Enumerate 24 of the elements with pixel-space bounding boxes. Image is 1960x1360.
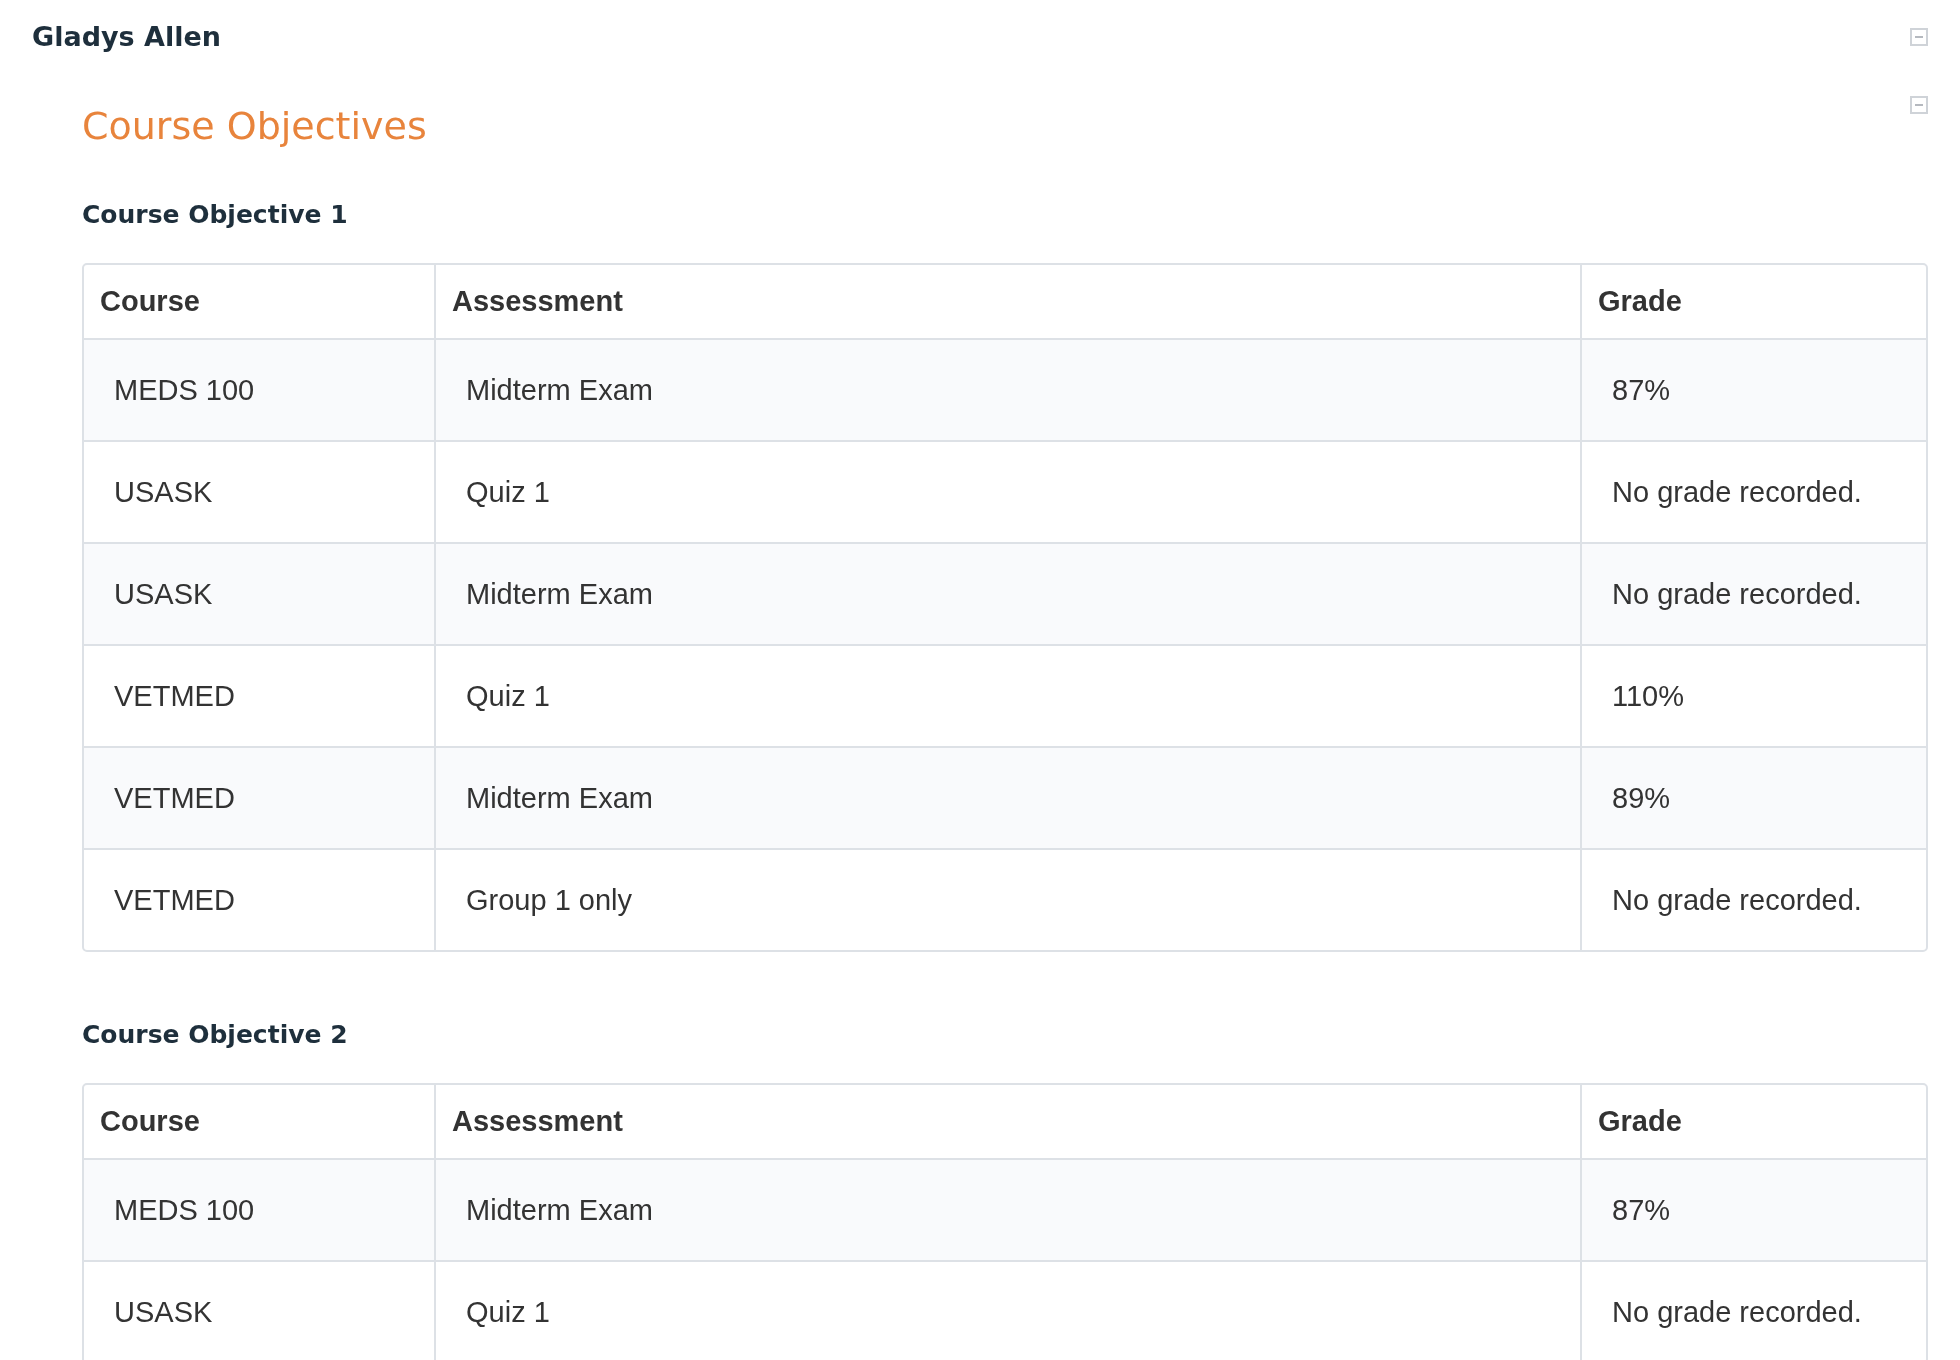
table-cell: VETMED <box>84 746 434 848</box>
table-cell: No grade recorded. <box>1580 1260 1926 1360</box>
table-cell: Quiz 1 <box>434 1260 1580 1360</box>
table-cell: Midterm Exam <box>434 746 1580 848</box>
table-cell: Midterm Exam <box>434 340 1580 440</box>
table-cell: No grade recorded. <box>1580 542 1926 644</box>
table-cell: 87% <box>1580 1160 1926 1260</box>
collapse-icon[interactable] <box>1910 96 1928 114</box>
table-cell: USASK <box>84 542 434 644</box>
table-cell: Group 1 only <box>434 848 1580 950</box>
table-cell: 89% <box>1580 746 1926 848</box>
objective-heading: Course Objective 2 <box>82 1020 349 1049</box>
collapse-icon[interactable] <box>1910 28 1928 46</box>
table-cell: MEDS 100 <box>84 340 434 440</box>
table-cell: Midterm Exam <box>434 542 1580 644</box>
table-cell: 87% <box>1580 340 1926 440</box>
table-cell: USASK <box>84 1260 434 1360</box>
table-cell: VETMED <box>84 848 434 950</box>
table-cell: Midterm Exam <box>434 1160 1580 1260</box>
table-cell: MEDS 100 <box>84 1160 434 1260</box>
section-title: Course Objectives <box>82 103 427 150</box>
table-cell: No grade recorded. <box>1580 848 1926 950</box>
student-name: Gladys Allen <box>32 20 221 54</box>
objective-heading: Course Objective 1 <box>82 200 349 229</box>
